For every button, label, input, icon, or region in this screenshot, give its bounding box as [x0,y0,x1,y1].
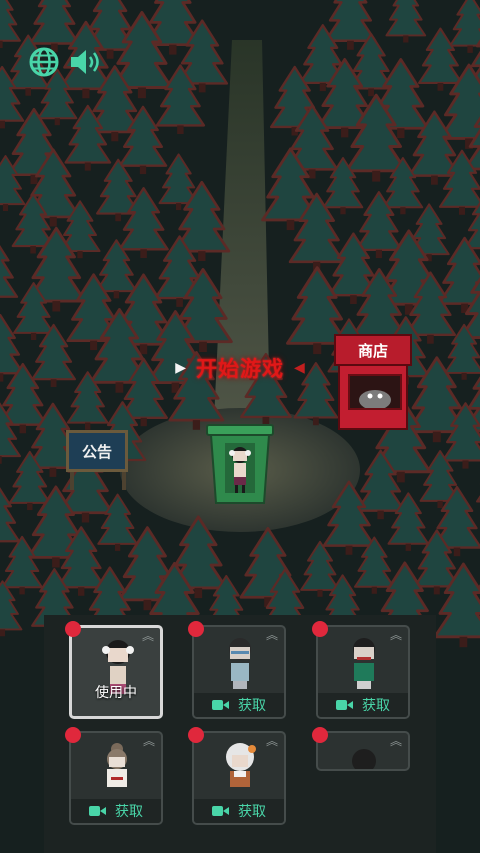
notice-board-label: 公告 [66,430,128,472]
notification-dot [188,727,204,743]
chevron-up-icon: ︽ [142,734,155,748]
chevron-up-icon: ︽ [389,734,402,748]
character-card[interactable]: ︽ 使用中 [69,625,163,719]
notification-dot [312,621,328,637]
character-card[interactable]: ︽ 获取 [316,625,410,719]
shop-window [348,374,402,410]
notification-dot [65,727,81,743]
chevron-up-icon: ︽ [141,629,154,643]
shop-label: 商店 [334,334,412,366]
character-portrait [226,743,256,787]
shopkeeper-icon [359,390,391,410]
globe-icon [29,47,59,77]
get-bar: 获取 [71,799,161,823]
get-label: 获取 [238,804,266,820]
character-selection-panel: ︽ 使用中 ︽ 获取 ︽ 获取 ︽ 获取 ︽ 获取 ︽ [44,615,436,853]
start-game-label: 开始游戏 [196,357,284,381]
character-card[interactable]: ︽ 获取 [69,731,163,825]
get-label: 获取 [115,804,143,820]
get-bar: 获取 [318,693,408,717]
arrow-left-icon: ◀ [294,360,305,376]
sound-button[interactable] [68,44,104,80]
trash-can-icon [206,424,274,504]
character-portrait [352,749,376,769]
trash-can[interactable] [205,423,275,505]
character-card[interactable]: ︽ 获取 [192,731,286,825]
get-label: 获取 [238,698,266,714]
character-portrait [107,743,127,787]
language-button[interactable] [26,44,62,80]
get-bar: 获取 [194,693,284,717]
video-ad-icon [89,805,107,817]
video-ad-icon [212,699,230,711]
in-use-label: 使用中 [95,685,137,701]
arrow-right-icon: ▶ [175,360,186,376]
start-game-button[interactable]: ▶ 开始游戏 ◀ [150,350,330,386]
character-portrait [229,638,251,689]
notification-dot [65,621,81,637]
video-ad-icon [336,699,354,711]
notification-dot [312,727,328,743]
character-card[interactable]: ︽ [316,731,410,771]
shop-stand [338,364,408,430]
chevron-up-icon: ︽ [265,628,278,642]
chevron-up-icon: ︽ [265,734,278,748]
character-card[interactable]: ︽ 获取 [192,625,286,719]
character-portrait [353,638,375,689]
chevron-up-icon: ︽ [389,628,402,642]
get-bar: 获取 [194,799,284,823]
notice-board[interactable]: 公告 [60,428,136,490]
notification-dot [188,621,204,637]
get-label: 获取 [362,698,390,714]
shop-booth[interactable]: 商店 [330,334,416,430]
speaker-icon [71,50,99,74]
video-ad-icon [212,805,230,817]
